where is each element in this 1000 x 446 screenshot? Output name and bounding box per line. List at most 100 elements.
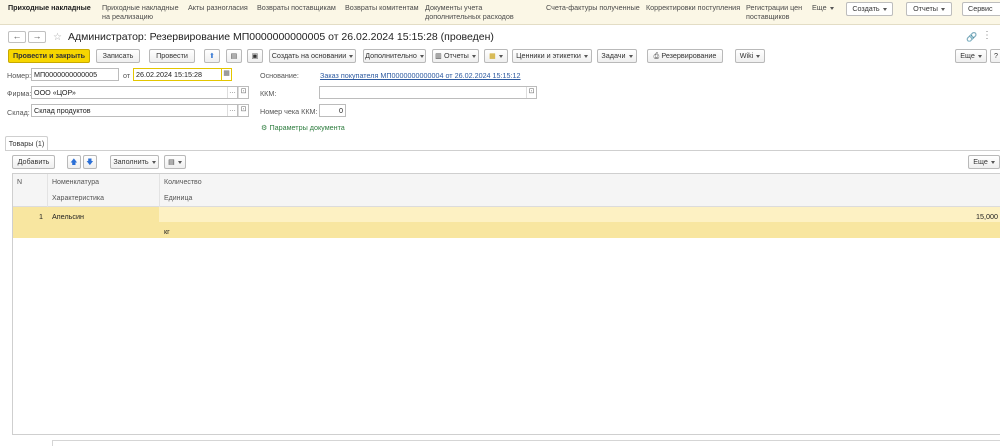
- chevron-down-icon: [151, 160, 156, 164]
- number-label: Номер:: [7, 71, 32, 80]
- warehouse-field[interactable]: Склад продуктов … ⊡: [31, 104, 249, 117]
- date-from-label: от: [123, 71, 131, 80]
- upload-button[interactable]: ⬆: [204, 49, 220, 63]
- list-icon: ▤: [168, 157, 175, 166]
- nav-item-supplier-returns[interactable]: Возвраты поставщикам: [257, 3, 336, 13]
- goods-table: N Номенклатура Характеристика Количество…: [12, 173, 1000, 435]
- reservation-label: Резервирование: [661, 51, 717, 60]
- header-characteristic[interactable]: Характеристика: [52, 195, 104, 202]
- nav-item-disagreement-acts[interactable]: Акты разногласия: [188, 3, 248, 13]
- header-n[interactable]: N: [17, 179, 22, 186]
- chevron-down-icon: [990, 160, 995, 164]
- document-list-button[interactable]: ▤: [226, 49, 242, 63]
- header-unit[interactable]: Единица: [164, 195, 192, 202]
- header-nomenclature[interactable]: Номенклатура: [52, 179, 99, 186]
- reservation-button[interactable]: ⎙ Резервирование: [647, 49, 723, 63]
- warehouse-value: Склад продуктов: [34, 106, 91, 115]
- check-number-field[interactable]: 0: [319, 104, 346, 117]
- document-params-label: Параметры документа: [269, 123, 345, 132]
- open-link-icon[interactable]: ⊡: [238, 105, 248, 116]
- firm-value: ООО «ЦОР»: [34, 88, 76, 97]
- row-nomenclature[interactable]: Апельсин: [52, 212, 84, 221]
- nav-create-label: Создать: [852, 4, 880, 13]
- tab-divider: [5, 150, 1000, 151]
- print-menu-button[interactable]: ▦: [484, 49, 508, 63]
- row-quantity[interactable]: 15,000: [976, 212, 998, 221]
- check-number-label: Номер чека ККМ:: [260, 107, 318, 116]
- kkm-field[interactable]: ⊡: [319, 86, 537, 99]
- number-field[interactable]: МП0000000000005: [31, 68, 119, 81]
- additional-label: Дополнительно: [365, 51, 417, 60]
- lock-button[interactable]: ▣: [247, 49, 263, 63]
- nav-item-invoices-received[interactable]: Счета-фактуры полученные: [546, 3, 640, 13]
- menu-kebab-icon[interactable]: ⋮: [982, 30, 992, 41]
- more-button[interactable]: Еще: [955, 49, 987, 63]
- add-row-button[interactable]: Добавить: [12, 155, 55, 169]
- firm-field[interactable]: ООО «ЦОР» … ⊡: [31, 86, 249, 99]
- move-down-button[interactable]: 🡇: [83, 155, 97, 169]
- fill-button[interactable]: Заполнить: [110, 155, 159, 169]
- post-button[interactable]: Провести: [149, 49, 195, 63]
- more-label: Еще: [960, 51, 975, 60]
- section-nav-bar: Приходные накладные Приходные накладные …: [0, 0, 1000, 25]
- move-up-button[interactable]: 🡅: [67, 155, 81, 169]
- back-button[interactable]: ←: [8, 31, 26, 43]
- price-tags-button[interactable]: Ценники и этикетки: [512, 49, 592, 63]
- upload-icon: ⬆: [208, 51, 216, 60]
- table-row[interactable]: 1 Апельсин 15,000 кг: [13, 207, 1000, 238]
- table-more-button[interactable]: Еще: [968, 155, 1000, 169]
- tab-goods[interactable]: Товары (1): [5, 136, 48, 150]
- reports-button[interactable]: ▥ Отчеты: [432, 49, 479, 63]
- basis-label: Основание:: [260, 71, 299, 80]
- nav-create-button[interactable]: Создать: [846, 2, 893, 16]
- nav-item-consignor-returns[interactable]: Возвраты комитентам: [345, 3, 419, 13]
- open-link-icon[interactable]: ⊡: [526, 87, 536, 98]
- ellipsis-select-icon[interactable]: …: [227, 87, 238, 98]
- forward-button[interactable]: →: [28, 31, 46, 43]
- basis-link[interactable]: Заказ покупателя МП0000000000004 от 26.0…: [320, 71, 521, 80]
- chevron-down-icon: [977, 54, 982, 58]
- chevron-down-icon: [756, 54, 761, 58]
- bookmark-star-icon[interactable]: ☆: [53, 32, 62, 43]
- fill-label: Заполнить: [113, 157, 149, 166]
- create-based-on-button[interactable]: Создать на основании: [269, 49, 356, 63]
- table-more-label: Еще: [973, 157, 988, 166]
- ellipsis-select-icon[interactable]: …: [227, 105, 238, 116]
- nav-reports-button[interactable]: Отчеты: [906, 2, 952, 16]
- row-unit[interactable]: кг: [164, 227, 170, 236]
- nav-item-additional-expenses[interactable]: Документы учета дополнительных расходов: [425, 3, 540, 21]
- chevron-down-icon: [498, 54, 503, 58]
- tasks-button[interactable]: Задачи: [597, 49, 637, 63]
- tasks-label: Задачи: [601, 51, 626, 60]
- header-quantity[interactable]: Количество: [164, 179, 202, 186]
- create-based-label: Создать на основании: [271, 51, 347, 60]
- nav-reports-label: Отчеты: [913, 4, 938, 13]
- date-field[interactable]: 26.02.2024 15:15:28 ▦: [133, 68, 232, 81]
- nav-item-receipts[interactable]: Приходные накладные: [8, 3, 91, 13]
- save-button[interactable]: Записать: [96, 49, 140, 63]
- table-actions-button[interactable]: ▤: [164, 155, 186, 169]
- chevron-down-icon: [882, 7, 887, 11]
- chevron-down-icon: [628, 54, 633, 58]
- comment-field[interactable]: [52, 440, 1000, 446]
- open-link-icon[interactable]: ⊡: [238, 87, 248, 98]
- nav-item-more[interactable]: Еще: [812, 3, 834, 13]
- arrow-up-icon: 🡅: [70, 157, 78, 166]
- chevron-down-icon: [419, 54, 424, 58]
- page-title: Администратор: Резервирование МП00000000…: [68, 31, 494, 43]
- nav-item-receipt-corrections[interactable]: Корректировки поступления: [646, 3, 740, 13]
- help-button[interactable]: ?: [990, 49, 1000, 63]
- link-icon[interactable]: 🔗: [966, 32, 977, 43]
- wiki-button[interactable]: Wiki: [735, 49, 765, 63]
- row-n: 1: [39, 212, 43, 221]
- nav-service-button[interactable]: Сервис: [962, 2, 1000, 16]
- nav-item-supplier-prices[interactable]: Регистрации цен поставщиков: [746, 3, 806, 21]
- document-icon: ▤: [230, 51, 238, 60]
- nav-item-receipts-realization[interactable]: Приходные накладные на реализацию: [102, 3, 182, 21]
- additional-button[interactable]: Дополнительно: [363, 49, 426, 63]
- nav-more-label: Еще: [812, 3, 827, 12]
- post-and-close-button[interactable]: Провести и закрыть: [8, 49, 90, 63]
- calendar-icon[interactable]: ▦: [221, 69, 231, 80]
- arrow-left-icon: ←: [12, 31, 22, 41]
- document-params-link[interactable]: ⚙ Параметры документа: [261, 123, 345, 132]
